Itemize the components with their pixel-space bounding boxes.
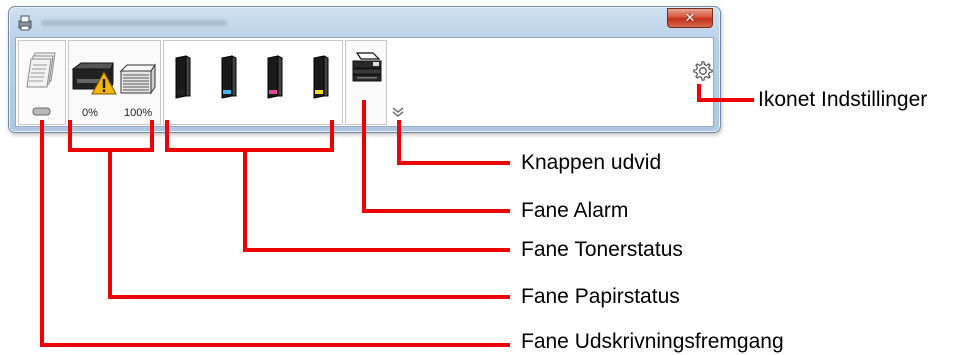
toner-magenta-icon: [267, 55, 283, 99]
callout-line-settings-h: [697, 98, 754, 102]
settings-gear-icon[interactable]: [692, 60, 714, 82]
callout-line-toner-h: [243, 248, 510, 252]
tab-print-progress[interactable]: [18, 40, 66, 125]
callout-line-alarm-h: [362, 209, 510, 213]
tab-alarm[interactable]: [345, 40, 387, 125]
callout-line-paper: [108, 148, 112, 299]
callout-line-progress: [40, 120, 44, 347]
window-title-blurred: [41, 20, 227, 26]
callout-label-settings: Ikonet Indstillinger: [758, 88, 928, 111]
tab-paper-status[interactable]: 0% 100%: [68, 40, 161, 125]
title-bar[interactable]: ✕: [9, 7, 720, 35]
callout-line-paper-h: [108, 295, 510, 299]
toner-cartridges: [175, 55, 329, 99]
callout-line-alarm: [362, 100, 366, 213]
printer-alarm-icon: [352, 52, 382, 82]
toner-cyan-icon: [221, 55, 237, 99]
callout-label-toner: Fane Tonerstatus: [521, 238, 683, 261]
callout-label-paper: Fane Papirstatus: [521, 285, 680, 308]
close-icon: ✕: [684, 10, 696, 26]
printer-app-icon: [18, 15, 32, 31]
callout-label-expand: Knappen udvid: [521, 151, 662, 174]
callout-line-expand: [397, 120, 401, 165]
close-button[interactable]: ✕: [667, 8, 713, 28]
expand-chevron-icon[interactable]: [391, 106, 405, 118]
warning-icon: [91, 71, 117, 95]
toner-black-icon: [175, 55, 191, 99]
callout-bracket-toner-bottom: [165, 148, 334, 152]
callout-label-progress: Fane Udskrivningsfremgang: [521, 330, 784, 353]
callout-line-expand-h: [397, 161, 510, 165]
paper-tray-full-icon: [119, 63, 156, 95]
progress-indicator: [32, 107, 51, 116]
callout-line-toner: [243, 148, 247, 252]
document-stack-icon: [26, 52, 56, 116]
paper-tray1-level: 0%: [82, 107, 98, 119]
paper-tray2-level: 100%: [124, 107, 153, 119]
tab-toner-status[interactable]: [163, 40, 343, 125]
toner-yellow-icon: [313, 55, 329, 99]
callout-line-progress-h: [40, 343, 510, 347]
callout-label-alarm: Fane Alarm: [521, 199, 629, 222]
